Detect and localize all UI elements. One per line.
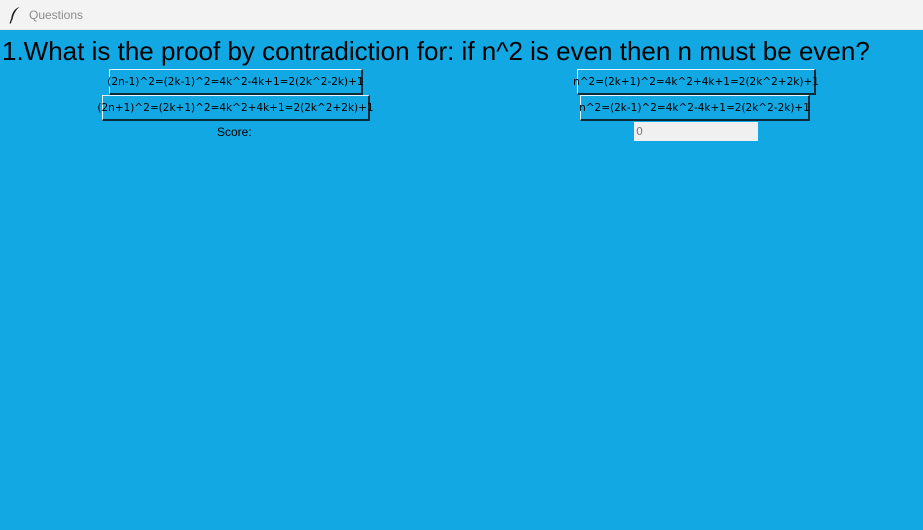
window-titlebar: Questions	[0, 0, 923, 30]
answer-button-2[interactable]: n^2=(2k+1)^2=4k^2+4k+1=2(2k^2+2k)+1	[573, 69, 819, 95]
question-text: 1.What is the proof by contradiction for…	[2, 36, 870, 66]
main-content: 1.What is the proof by contradiction for…	[0, 30, 923, 530]
window-title: Questions	[29, 8, 84, 22]
score-label: Score:	[217, 125, 252, 139]
feather-icon	[9, 6, 20, 24]
answer-button-1[interactable]: (2n-1)^2=(2k-1)^2=4k^2-4k+1=2(2k^2-2k)+1	[107, 69, 364, 95]
score-field[interactable]	[634, 122, 758, 141]
answer-button-3[interactable]: (2n+1)^2=(2k+1)^2=4k^2+4k+1=2(2k^2+2k)+1	[97, 95, 374, 121]
answer-button-4[interactable]: n^2=(2k-1)^2=4k^2-4k+1=2(2k^2-2k)+1	[579, 95, 810, 121]
